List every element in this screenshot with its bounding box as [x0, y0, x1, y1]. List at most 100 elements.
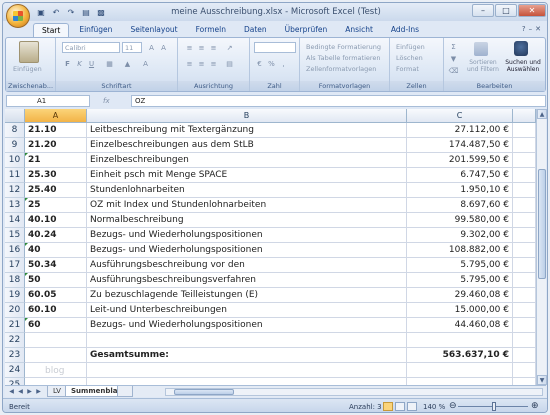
sort-filter-button[interactable]: Sortieren und Filtern — [464, 59, 502, 73]
zoom-out-icon[interactable]: ⊖ — [449, 401, 457, 411]
align-top-icon[interactable]: ≡ — [184, 42, 195, 53]
cell-a[interactable]: 50.34 — [25, 258, 87, 273]
cell-c[interactable]: 108.882,00 € — [407, 243, 513, 258]
cell-a[interactable]: 40.10 — [25, 213, 87, 228]
number-format-select[interactable] — [254, 42, 296, 53]
fx-icon[interactable]: fx — [103, 95, 131, 107]
tab-ansicht[interactable]: Ansicht — [337, 23, 381, 37]
zoom-slider[interactable] — [458, 402, 528, 411]
cell-c[interactable]: 15.000,00 € — [407, 303, 513, 318]
cell-b[interactable]: Einzelbeschreibungen aus dem StLB — [87, 138, 407, 153]
row-header[interactable]: 15 — [5, 228, 25, 243]
row-header[interactable]: 8 — [5, 123, 25, 138]
cell-d[interactable] — [513, 168, 536, 183]
cell-a[interactable] — [25, 333, 87, 348]
cell-c[interactable] — [407, 333, 513, 348]
tab-add-ins[interactable]: Add-Ins — [383, 23, 427, 37]
help-icon[interactable]: ? — [522, 25, 526, 33]
italic-icon[interactable]: K — [74, 58, 85, 69]
cell-a[interactable] — [25, 348, 87, 363]
cell-c[interactable]: 5.795,00 € — [407, 258, 513, 273]
minimize-button[interactable]: – — [472, 4, 494, 17]
cell-d[interactable] — [513, 183, 536, 198]
cell-b[interactable]: Ausführungsbeschreibung vor den — [87, 258, 407, 273]
thousands-icon[interactable]: , — [278, 58, 289, 69]
cell-c[interactable]: 201.599,50 € — [407, 153, 513, 168]
align-bottom-icon[interactable]: ≡ — [208, 42, 219, 53]
cell-d[interactable] — [513, 363, 536, 378]
find-icon[interactable] — [514, 41, 528, 56]
zoom-in-icon[interactable]: ⊕ — [531, 401, 539, 411]
autosum-icon[interactable]: Σ — [448, 41, 459, 52]
row-header[interactable]: 10 — [5, 153, 25, 168]
cell-styles-button[interactable]: Zellenformatvorlagen — [306, 65, 376, 73]
cell-b[interactable] — [87, 333, 407, 348]
row-header[interactable]: 9 — [5, 138, 25, 153]
cell-b[interactable]: Einzelbeschreibungen — [87, 153, 407, 168]
zoom-level[interactable]: 140 % — [423, 403, 445, 411]
fill-icon[interactable]: ▼ — [448, 53, 459, 64]
row-header[interactable]: 16 — [5, 243, 25, 258]
tab-seitenlayout[interactable]: Seitenlayout — [122, 23, 185, 37]
cell-a[interactable]: 50 — [25, 273, 87, 288]
merge-icon[interactable]: ▤ — [224, 58, 235, 69]
row-header[interactable]: 20 — [5, 303, 25, 318]
cell-a[interactable]: 40 — [25, 243, 87, 258]
cell-d[interactable] — [513, 138, 536, 153]
cell-b[interactable]: OZ mit Index und Stundenlohnarbeiten — [87, 198, 407, 213]
column-header-a[interactable]: A — [25, 109, 87, 123]
bold-icon[interactable]: F — [62, 58, 73, 69]
horizontal-scrollbar[interactable] — [165, 388, 543, 396]
cell-c[interactable]: 8.697,60 € — [407, 198, 513, 213]
cell-a[interactable]: 60.10 — [25, 303, 87, 318]
cell-a[interactable] — [25, 378, 87, 385]
align-left-icon[interactable]: ≡ — [184, 58, 195, 69]
normal-view-icon[interactable] — [383, 402, 393, 411]
cell-b[interactable] — [87, 378, 407, 385]
font-size-select[interactable]: 11 — [122, 42, 142, 53]
percent-icon[interactable]: % — [266, 58, 277, 69]
grow-font-icon[interactable]: A — [146, 42, 157, 53]
close-button[interactable]: ✕ — [518, 4, 546, 17]
fill-color-icon[interactable]: ▲ — [122, 58, 133, 69]
cell-c[interactable]: 563.637,10 € — [407, 348, 513, 363]
row-header[interactable]: 17 — [5, 258, 25, 273]
currency-icon[interactable]: € — [254, 58, 265, 69]
tab-ueberpruefen[interactable]: Überprüfen — [277, 23, 336, 37]
cell-c[interactable]: 9.302,00 € — [407, 228, 513, 243]
cell-c[interactable]: 99.580,00 € — [407, 213, 513, 228]
cell-d[interactable] — [513, 213, 536, 228]
conditional-formatting-button[interactable]: Bedingte Formatierung — [306, 43, 381, 51]
cell-c[interactable]: 27.112,00 € — [407, 123, 513, 138]
row-header[interactable]: 13 — [5, 198, 25, 213]
zoom-slider-knob[interactable] — [492, 402, 496, 411]
cell-d[interactable] — [513, 318, 536, 333]
row-header[interactable]: 14 — [5, 213, 25, 228]
row-header[interactable]: 21 — [5, 318, 25, 333]
cell-d[interactable] — [513, 348, 536, 363]
cell-d[interactable] — [513, 303, 536, 318]
ribbon-close-icon[interactable]: ✕ — [535, 25, 541, 33]
cell-c[interactable]: 29.460,08 € — [407, 288, 513, 303]
clear-icon[interactable]: ⌫ — [448, 65, 459, 76]
row-header[interactable]: 12 — [5, 183, 25, 198]
cell-b[interactable]: Leitbeschreibung mit Textergänzung — [87, 123, 407, 138]
font-name-select[interactable]: Calibri — [62, 42, 120, 53]
tab-daten[interactable]: Daten — [236, 23, 275, 37]
prev-sheet-icon[interactable]: ◀ — [16, 387, 25, 396]
cell-d[interactable] — [513, 153, 536, 168]
format-cells-button[interactable]: Format — [396, 65, 419, 73]
tab-einfuegen[interactable]: Einfügen — [71, 23, 120, 37]
cell-c[interactable]: 1.950,10 € — [407, 183, 513, 198]
cell-a[interactable]: 21.10 — [25, 123, 87, 138]
cell-c[interactable] — [407, 378, 513, 385]
vertical-scroll-thumb[interactable] — [538, 169, 546, 279]
row-header[interactable]: 18 — [5, 273, 25, 288]
cell-d[interactable] — [513, 378, 536, 385]
cell-a[interactable]: 21.20 — [25, 138, 87, 153]
office-button[interactable] — [6, 4, 30, 28]
delete-cells-button[interactable]: Löschen — [396, 54, 423, 62]
ribbon-minimize-icon[interactable]: – — [529, 25, 533, 33]
paste-icon[interactable] — [19, 41, 39, 63]
cell-c[interactable]: 6.747,50 € — [407, 168, 513, 183]
